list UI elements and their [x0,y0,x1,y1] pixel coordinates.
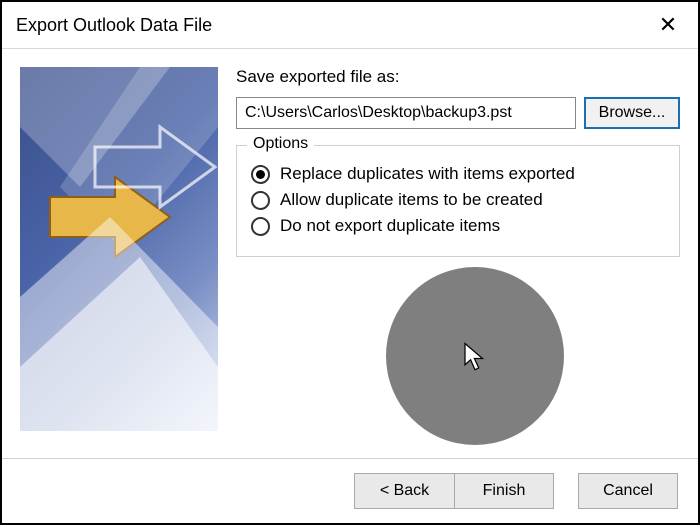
option-replace-duplicates[interactable]: Replace duplicates with items exported [251,164,665,184]
window-title: Export Outlook Data File [16,15,648,36]
radio-icon [251,191,270,210]
export-dialog: Export Outlook Data File ✕ S [0,0,700,525]
cursor-highlight [386,267,564,445]
dialog-body: Save exported file as: Browse... Options… [2,49,698,458]
cancel-button[interactable]: Cancel [578,473,678,509]
option-allow-duplicates[interactable]: Allow duplicate items to be created [251,190,665,210]
file-path-input[interactable] [236,97,576,129]
radio-icon [251,217,270,236]
wizard-illustration [20,67,218,431]
radio-icon [251,165,270,184]
finish-button[interactable]: Finish [454,473,554,509]
path-row: Browse... [236,97,680,129]
close-icon: ✕ [659,12,677,38]
form-area: Save exported file as: Browse... Options… [236,67,680,448]
option-label: Replace duplicates with items exported [280,164,575,184]
browse-button[interactable]: Browse... [584,97,680,129]
options-legend: Options [247,135,314,153]
option-no-export-duplicates[interactable]: Do not export duplicate items [251,216,665,236]
titlebar: Export Outlook Data File ✕ [2,2,698,49]
option-label: Do not export duplicate items [280,216,500,236]
dialog-footer: < Back Finish Cancel [2,458,698,523]
nav-buttons: < Back Finish [354,473,554,509]
cursor-icon [462,341,488,371]
save-as-label: Save exported file as: [236,67,680,87]
close-button[interactable]: ✕ [648,5,688,45]
back-button[interactable]: < Back [354,473,454,509]
option-label: Allow duplicate items to be created [280,190,543,210]
options-group: Options Replace duplicates with items ex… [236,145,680,257]
